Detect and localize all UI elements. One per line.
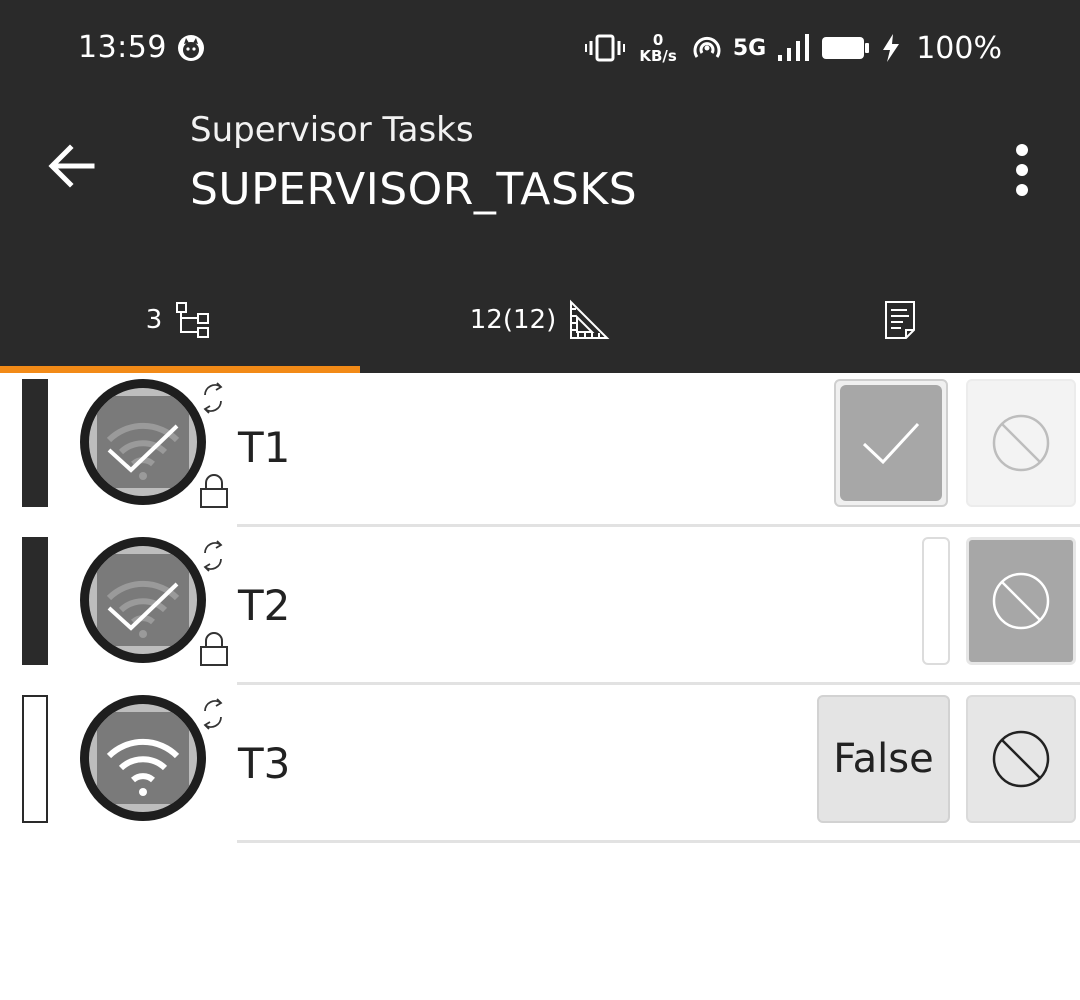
task-list: T1 T2 T3 False xyxy=(0,373,1080,847)
charging-icon xyxy=(883,34,900,62)
status-icons: 0 KB/s 5G 100% xyxy=(585,26,1002,70)
wifi-check-icon xyxy=(106,580,180,638)
task-label: T3 xyxy=(238,739,291,788)
task-state-bar xyxy=(22,537,48,665)
check-icon xyxy=(862,422,920,465)
task-row-t1[interactable]: T1 xyxy=(0,373,1080,531)
app-bar: Supervisor Tasks SUPERVISOR_TASKS xyxy=(0,96,1080,266)
tab-measurements[interactable]: 12(12) xyxy=(360,266,720,373)
task-avatar xyxy=(80,537,206,663)
wifi-check-icon xyxy=(106,422,180,480)
check-button[interactable] xyxy=(834,379,948,507)
measure-triangle-icon xyxy=(570,299,610,339)
signal-icon xyxy=(778,34,810,61)
network-type: 5G xyxy=(732,35,767,61)
sync-icon xyxy=(203,382,223,414)
task-row-t3[interactable]: T3 False xyxy=(0,689,1080,847)
block-button[interactable] xyxy=(966,537,1076,665)
sync-icon xyxy=(203,540,223,572)
sync-icon xyxy=(203,698,223,730)
tab-document[interactable] xyxy=(720,266,1080,373)
row-divider xyxy=(237,524,1080,527)
battery-percent: 100% xyxy=(916,30,1002,66)
row-divider xyxy=(237,682,1080,685)
block-icon xyxy=(992,730,1050,788)
tab-structure[interactable]: 3 xyxy=(0,266,360,373)
tab-indicator xyxy=(0,366,360,373)
app-title: SUPERVISOR_TASKS xyxy=(190,164,638,215)
row-divider xyxy=(237,840,1080,843)
block-icon xyxy=(992,414,1050,472)
more-vert-icon[interactable] xyxy=(1004,140,1040,200)
lock-icon xyxy=(200,632,228,666)
task-label: T2 xyxy=(238,581,291,630)
hotspot-icon xyxy=(693,36,721,58)
empty-value-button[interactable] xyxy=(922,537,950,665)
tree-icon xyxy=(176,301,210,338)
vibrate-icon xyxy=(585,34,626,62)
status-bar: 13:59 0 KB/s 5G 100% xyxy=(0,0,1080,96)
status-time: 13:59 xyxy=(78,30,167,65)
tab-measurements-label: 12(12) xyxy=(469,304,557,335)
task-state-bar xyxy=(22,379,48,507)
task-avatar xyxy=(80,379,206,505)
false-button-label: False xyxy=(833,736,934,782)
tab-structure-label: 3 xyxy=(145,304,163,335)
back-arrow-icon[interactable] xyxy=(42,136,102,196)
block-icon xyxy=(992,572,1050,630)
wifi-icon xyxy=(106,738,180,796)
cat-icon xyxy=(178,35,204,61)
battery-icon xyxy=(822,37,870,59)
app-subtitle: Supervisor Tasks xyxy=(190,110,474,150)
block-button[interactable] xyxy=(966,379,1076,507)
block-button[interactable] xyxy=(966,695,1076,823)
false-button[interactable]: False xyxy=(817,695,950,823)
task-avatar xyxy=(80,695,206,821)
task-state-bar xyxy=(22,695,48,823)
task-row-t2[interactable]: T2 xyxy=(0,531,1080,689)
net-speed: 0 KB/s xyxy=(639,32,676,64)
net-speed-unit: KB/s xyxy=(639,47,677,65)
tab-bar: 3 12(12) xyxy=(0,266,1080,373)
task-label: T1 xyxy=(238,423,291,472)
net-speed-value: 0 xyxy=(652,31,664,49)
document-icon xyxy=(885,300,915,339)
lock-icon xyxy=(200,474,228,508)
